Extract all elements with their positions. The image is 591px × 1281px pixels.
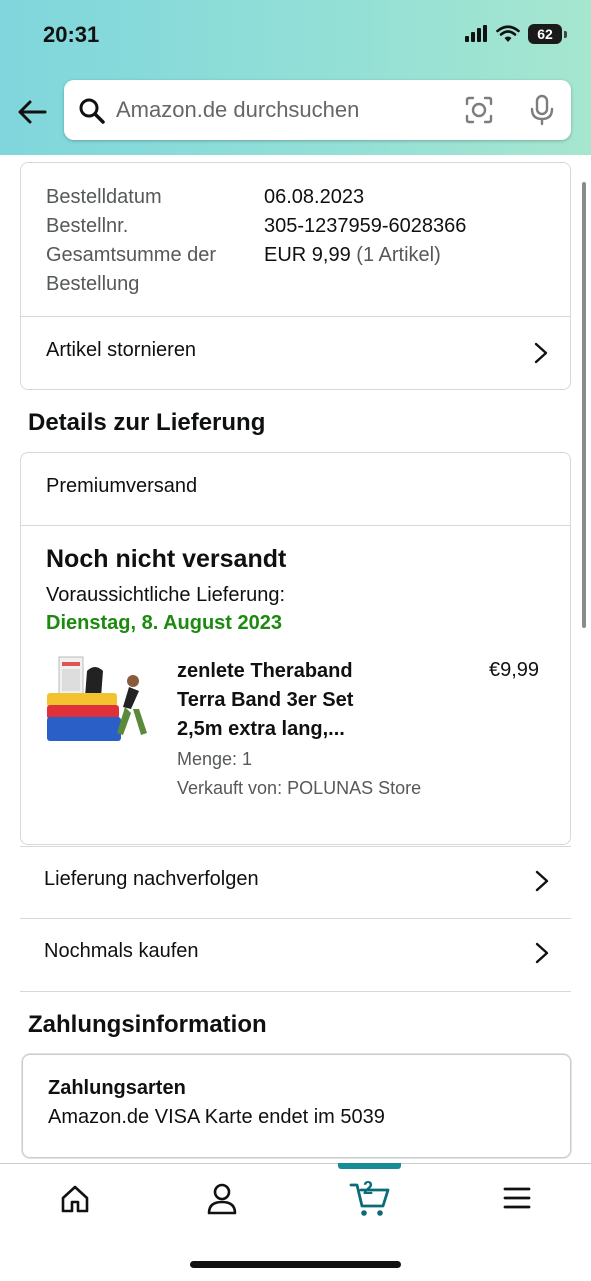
product-seller: Verkauft von: POLUNAS Store (177, 778, 422, 798)
battery-indicator: 62 (528, 24, 562, 44)
search-bar[interactable] (64, 80, 571, 140)
product-title-line2: Terra Band 3er Set (177, 689, 354, 711)
order-number-label: Bestellnr. (46, 215, 129, 237)
payment-card-name: Amazon.de VISA Karte (48, 1106, 253, 1128)
payment-section-title: Zahlungsinformation (28, 1011, 267, 1038)
chevron-right-icon (534, 342, 548, 364)
payment-card-info: Amazon.de VISA Karte endet im 5039 (48, 1106, 385, 1129)
estimated-delivery-label: Voraussichtliche Lieferung: (46, 584, 286, 606)
active-tab-indicator (338, 1163, 401, 1169)
battery-tip (564, 30, 567, 38)
payment-methods-title: Zahlungsarten (48, 1077, 186, 1099)
home-icon[interactable] (60, 1184, 90, 1214)
order-date-label: Bestelldatum (46, 186, 162, 208)
delivery-card: Premiumversand Noch nicht versandt Vorau… (20, 452, 571, 845)
account-icon[interactable] (206, 1182, 238, 1216)
payment-card-ending: endet im 5039 (258, 1106, 385, 1128)
scrollbar[interactable] (582, 182, 586, 628)
product-title[interactable]: zenlete Theraband Terra Band 3er Set 2,5… (177, 657, 407, 744)
cellular-icon (465, 25, 487, 42)
menu-icon[interactable] (503, 1186, 531, 1210)
cancel-items-row[interactable]: Artikel stornieren (21, 317, 570, 389)
product-title-line1: zenlete Theraband (177, 660, 353, 682)
cancel-items-label: Artikel stornieren (46, 339, 197, 361)
order-total-value: EUR 9,99 (1 Artikel) (264, 241, 441, 270)
shipping-method: Premiumversand (46, 475, 198, 497)
product-quantity: Menge: 1 (177, 749, 253, 769)
order-total-count: (1 Artikel) (356, 244, 441, 266)
search-icon (79, 98, 105, 124)
order-number-value: 305-1237959-6028366 (264, 215, 467, 237)
order-total-amount: EUR 9,99 (264, 244, 351, 266)
app-header: 20:31 62 (0, 0, 591, 155)
chevron-right-icon (535, 942, 549, 964)
buy-again-row[interactable]: Nochmals kaufen (20, 918, 571, 992)
status-icons: 62 (464, 24, 567, 44)
estimated-delivery-date: Dienstag, 8. August 2023 (46, 612, 282, 634)
cart-count-badge: 2 (363, 1178, 374, 1198)
product-title-line3: 2,5m extra lang,... (177, 718, 345, 740)
payment-card: Zahlungsarten Amazon.de VISA Karte endet… (22, 1054, 571, 1158)
delivery-section-title: Details zur Lieferung (28, 409, 266, 436)
shipment-status: Noch nicht versandt (46, 545, 287, 573)
track-delivery-label: Lieferung nachverfolgen (44, 868, 259, 890)
track-delivery-row[interactable]: Lieferung nachverfolgen (20, 846, 571, 919)
product-image[interactable] (45, 653, 155, 753)
home-indicator[interactable] (190, 1261, 401, 1268)
order-total-label: Gesamtsumme der Bestellung (46, 241, 216, 299)
camera-icon[interactable] (464, 95, 494, 125)
order-total-label-line1: Gesamtsumme der (46, 244, 217, 266)
buy-again-label: Nochmals kaufen (44, 940, 199, 962)
wifi-icon (496, 25, 520, 42)
back-arrow-icon (18, 100, 47, 124)
product-price: €9,99 (489, 659, 540, 681)
order-summary-card: Bestelldatum 06.08.2023 Bestellnr. 305-1… (20, 162, 571, 390)
chevron-right-icon (535, 870, 549, 892)
order-total-label-line2: Bestellung (46, 273, 140, 295)
status-time: 20:31 (43, 22, 100, 47)
mic-icon[interactable] (528, 94, 556, 126)
order-date-value: 06.08.2023 (264, 186, 365, 208)
divider (21, 525, 570, 526)
back-button[interactable] (14, 94, 50, 130)
search-input[interactable] (116, 90, 446, 130)
